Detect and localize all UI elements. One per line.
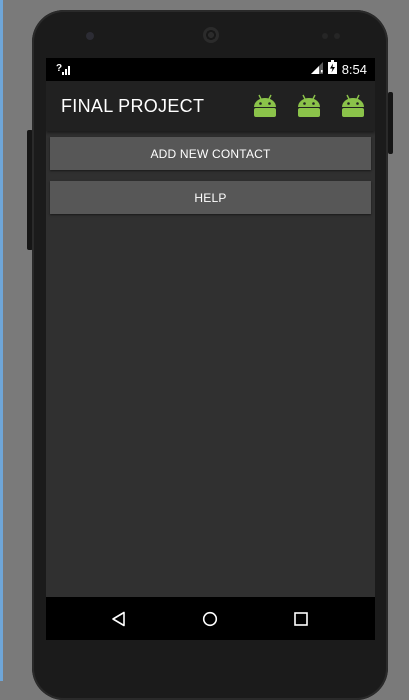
android-icon[interactable] xyxy=(340,93,366,119)
front-camera xyxy=(86,32,94,40)
device-screen: ? 8:54 FINAL PROJECT ADD NEW CONTACT HEL… xyxy=(46,58,375,640)
status-icons: 8:54 xyxy=(310,60,367,79)
home-icon[interactable] xyxy=(199,608,221,630)
recents-icon[interactable] xyxy=(290,608,312,630)
power-button[interactable] xyxy=(388,92,393,154)
android-icon[interactable] xyxy=(296,93,322,119)
cell-signal-icon xyxy=(310,61,323,79)
status-bar: ? 8:54 xyxy=(46,58,375,81)
action-bar: FINAL PROJECT xyxy=(46,81,375,131)
android-icon[interactable] xyxy=(252,93,278,119)
desktop-background-edge xyxy=(0,0,3,681)
back-icon[interactable] xyxy=(108,608,130,630)
proximity-sensor xyxy=(322,33,328,39)
light-sensor xyxy=(334,33,340,39)
help-button[interactable]: HELP xyxy=(50,181,371,214)
status-clock: 8:54 xyxy=(341,62,367,77)
earpiece-speaker xyxy=(203,27,219,43)
svg-text:?: ? xyxy=(56,63,62,74)
unknown-signal-icon: ? xyxy=(56,62,70,76)
app-title: FINAL PROJECT xyxy=(61,96,205,116)
battery-charging-icon xyxy=(327,60,337,79)
add-new-contact-button[interactable]: ADD NEW CONTACT xyxy=(50,137,371,170)
navigation-bar xyxy=(46,597,375,640)
